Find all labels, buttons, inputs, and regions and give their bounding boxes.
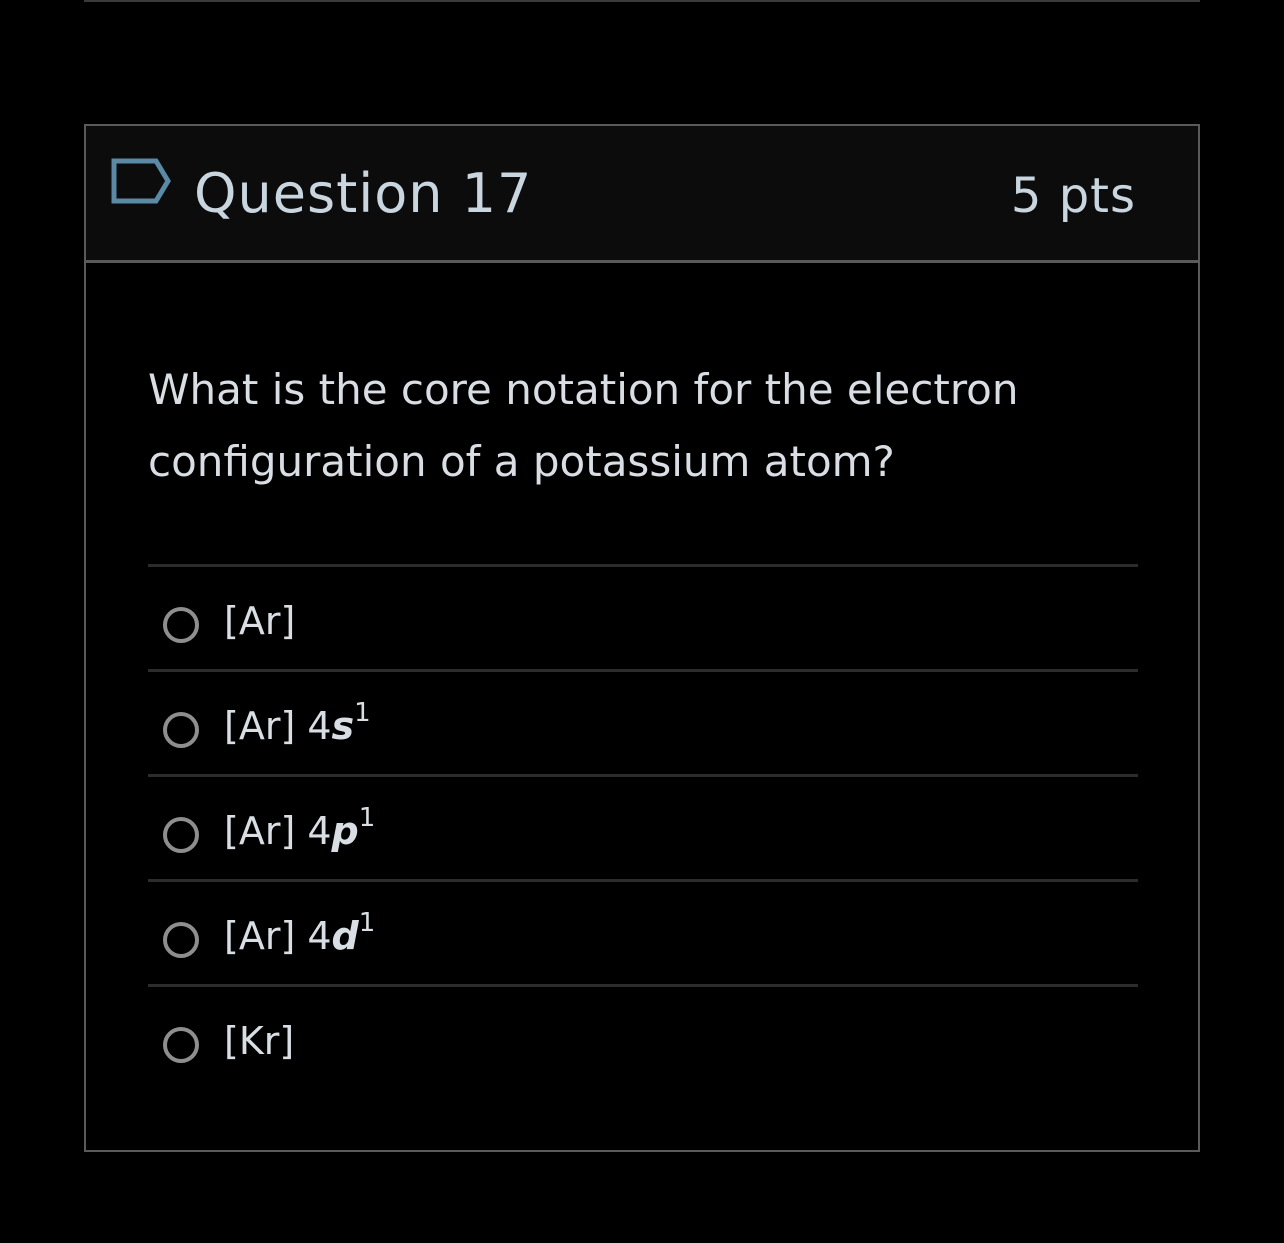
answer-option-ar-4p1[interactable]: [Ar] 4p1 — [148, 777, 1138, 882]
answer-core: [Ar] — [224, 809, 296, 853]
answer-option-kr[interactable]: [Kr] — [148, 987, 1138, 1089]
question-header: Question 17 5 pts — [86, 126, 1198, 263]
question-card: Question 17 5 pts What is the core notat… — [84, 124, 1200, 1152]
answer-label[interactable]: [Ar] 4d1 — [224, 910, 375, 960]
answer-core: [Ar] — [224, 914, 296, 958]
answer-exponent: 1 — [358, 908, 376, 939]
answer-orbital: d — [331, 914, 359, 958]
top-divider — [84, 0, 1200, 2]
question-text: What is the core notation for the electr… — [148, 365, 1019, 486]
radio-button[interactable] — [163, 922, 199, 958]
answer-prefix: 4 — [295, 704, 332, 748]
answer-option-ar[interactable]: [Ar] — [148, 567, 1138, 672]
radio-button[interactable] — [163, 817, 199, 853]
answer-core: [Ar] — [224, 599, 296, 643]
answer-core: [Ar] — [224, 704, 296, 748]
answer-label[interactable]: [Ar] — [224, 597, 295, 645]
answer-prefix: 4 — [295, 809, 332, 853]
answer-option-ar-4s1[interactable]: [Ar] 4s1 — [148, 672, 1138, 777]
answer-label[interactable]: [Kr] — [224, 1017, 294, 1065]
flag-question-icon[interactable] — [110, 157, 174, 207]
answer-prefix: 4 — [295, 914, 332, 958]
radio-button[interactable] — [163, 607, 199, 643]
question-title: Question 17 — [194, 162, 533, 225]
quiz-page: Question 17 5 pts What is the core notat… — [0, 0, 1284, 1243]
answer-exponent: 1 — [358, 803, 376, 834]
answer-core: [Kr] — [224, 1019, 295, 1063]
radio-button[interactable] — [163, 712, 199, 748]
answer-orbital: p — [331, 809, 359, 853]
question-points: 5 pts — [1010, 168, 1136, 224]
radio-button[interactable] — [163, 1027, 199, 1063]
answer-list: [Ar] [Ar] 4s1 [Ar] 4p1 [Ar] 4d1 [Kr] — [148, 564, 1138, 1089]
answer-label[interactable]: [Ar] 4p1 — [224, 805, 375, 855]
answer-option-ar-4d1[interactable]: [Ar] 4d1 — [148, 882, 1138, 987]
answer-orbital: s — [331, 704, 355, 748]
answer-exponent: 1 — [354, 698, 371, 729]
answer-label[interactable]: [Ar] 4s1 — [224, 700, 371, 750]
